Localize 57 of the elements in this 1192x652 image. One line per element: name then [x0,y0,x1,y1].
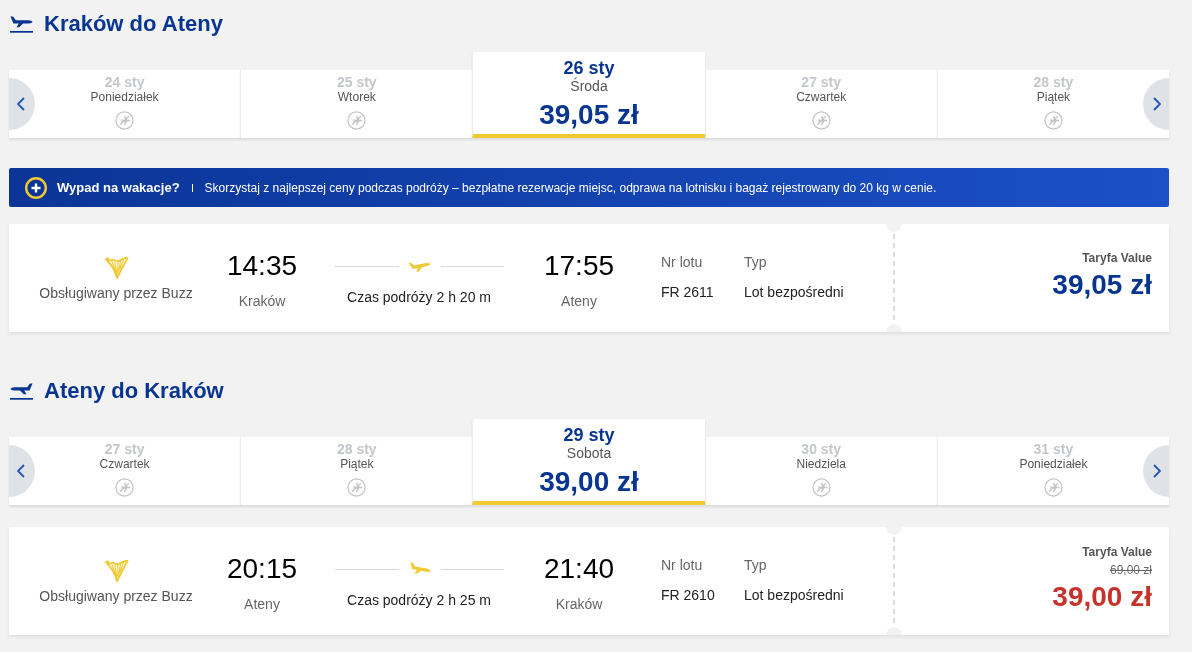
departure-time: 14:35 [226,250,298,282]
no-flights-icon [115,478,135,497]
fare-name: Taryfa Value [1082,251,1152,265]
date-tab[interactable]: 30 sty Niedziela [704,437,937,505]
flight-duration: Czas podróży 2 h 25 m [347,591,491,609]
plus-icon [25,176,47,199]
fare-price: 39,00 zł [1052,581,1152,613]
arriving-plane-icon [10,382,33,400]
flight-type-label: Typ [744,556,767,574]
flight-number-label: Nr lotu [661,556,703,574]
departure-city: Kraków [238,292,286,310]
promo-title: Wypad na wakacje? [57,179,180,196]
no-flights-icon [115,111,135,130]
no-flights-icon [1043,111,1063,130]
no-flights-icon [347,111,367,130]
date-tab[interactable]: 28 sty Piątek [936,70,1169,138]
fare-price: 39,05 zł [1052,269,1152,301]
chevron-right-icon [1153,97,1161,111]
date-tab[interactable]: 29 sty Sobota 39,00 zł [472,419,705,505]
operator-name: Obsługiwany przez Buzz [39,284,193,302]
no-flights-icon [811,478,831,497]
operator-name: Obsługiwany przez Buzz [39,587,193,605]
no-flights-icon [811,111,831,130]
date-tab[interactable]: 27 sty Czwartek [704,70,937,138]
flight-number: FR 2611 [661,283,714,301]
flight-number: FR 2610 [661,586,715,604]
date-tab[interactable]: 24 sty Poniedziałek [9,70,241,138]
plane-icon [408,562,431,576]
date-tab[interactable]: 27 sty Czwartek [9,437,241,505]
no-flights-icon [1043,478,1063,497]
arrival-city: Ateny [561,292,597,310]
old-price: 69,00 zł [1109,562,1152,578]
date-tab[interactable]: 28 sty Piątek [240,437,473,505]
date-tab[interactable]: 25 sty Wtorek [240,70,473,138]
harp-logo-icon [103,254,129,280]
chevron-left-icon [17,464,25,478]
flight-type: Lot bezpośredni [744,586,844,604]
arrival-time: 17:55 [543,250,615,282]
section-title: Kraków do Ateny [44,10,223,38]
date-tab[interactable]: 26 sty Środa 39,05 zł [472,52,705,138]
fare-name: Taryfa Value [1082,545,1152,559]
harp-logo-icon [103,557,129,583]
section-title: Ateny do Kraków [44,377,224,405]
arrival-time: 21:40 [543,553,615,585]
chevron-right-icon [1153,464,1161,478]
departure-city: Ateny [244,595,280,613]
promo-text: Skorzystaj z najlepszej ceny podczas podróży – bezpłatne rezerwacje miejsc, odprawa na lotnisku i bagaż rejestrowany do 20 kg w cenie. [204,179,937,196]
flight-number-label: Nr lotu [661,253,703,271]
departure-time: 20:15 [226,553,298,585]
flight-duration: Czas podróży 2 h 20 m [347,288,491,306]
arrival-city: Kraków [555,595,603,613]
date-tab[interactable]: 31 sty Poniedziałek [936,437,1169,505]
chevron-left-icon [17,97,25,111]
departing-plane-icon [10,15,33,33]
no-flights-icon [347,478,367,497]
flight-type: Lot bezpośredni [744,283,844,301]
flight-type-label: Typ [744,253,767,271]
